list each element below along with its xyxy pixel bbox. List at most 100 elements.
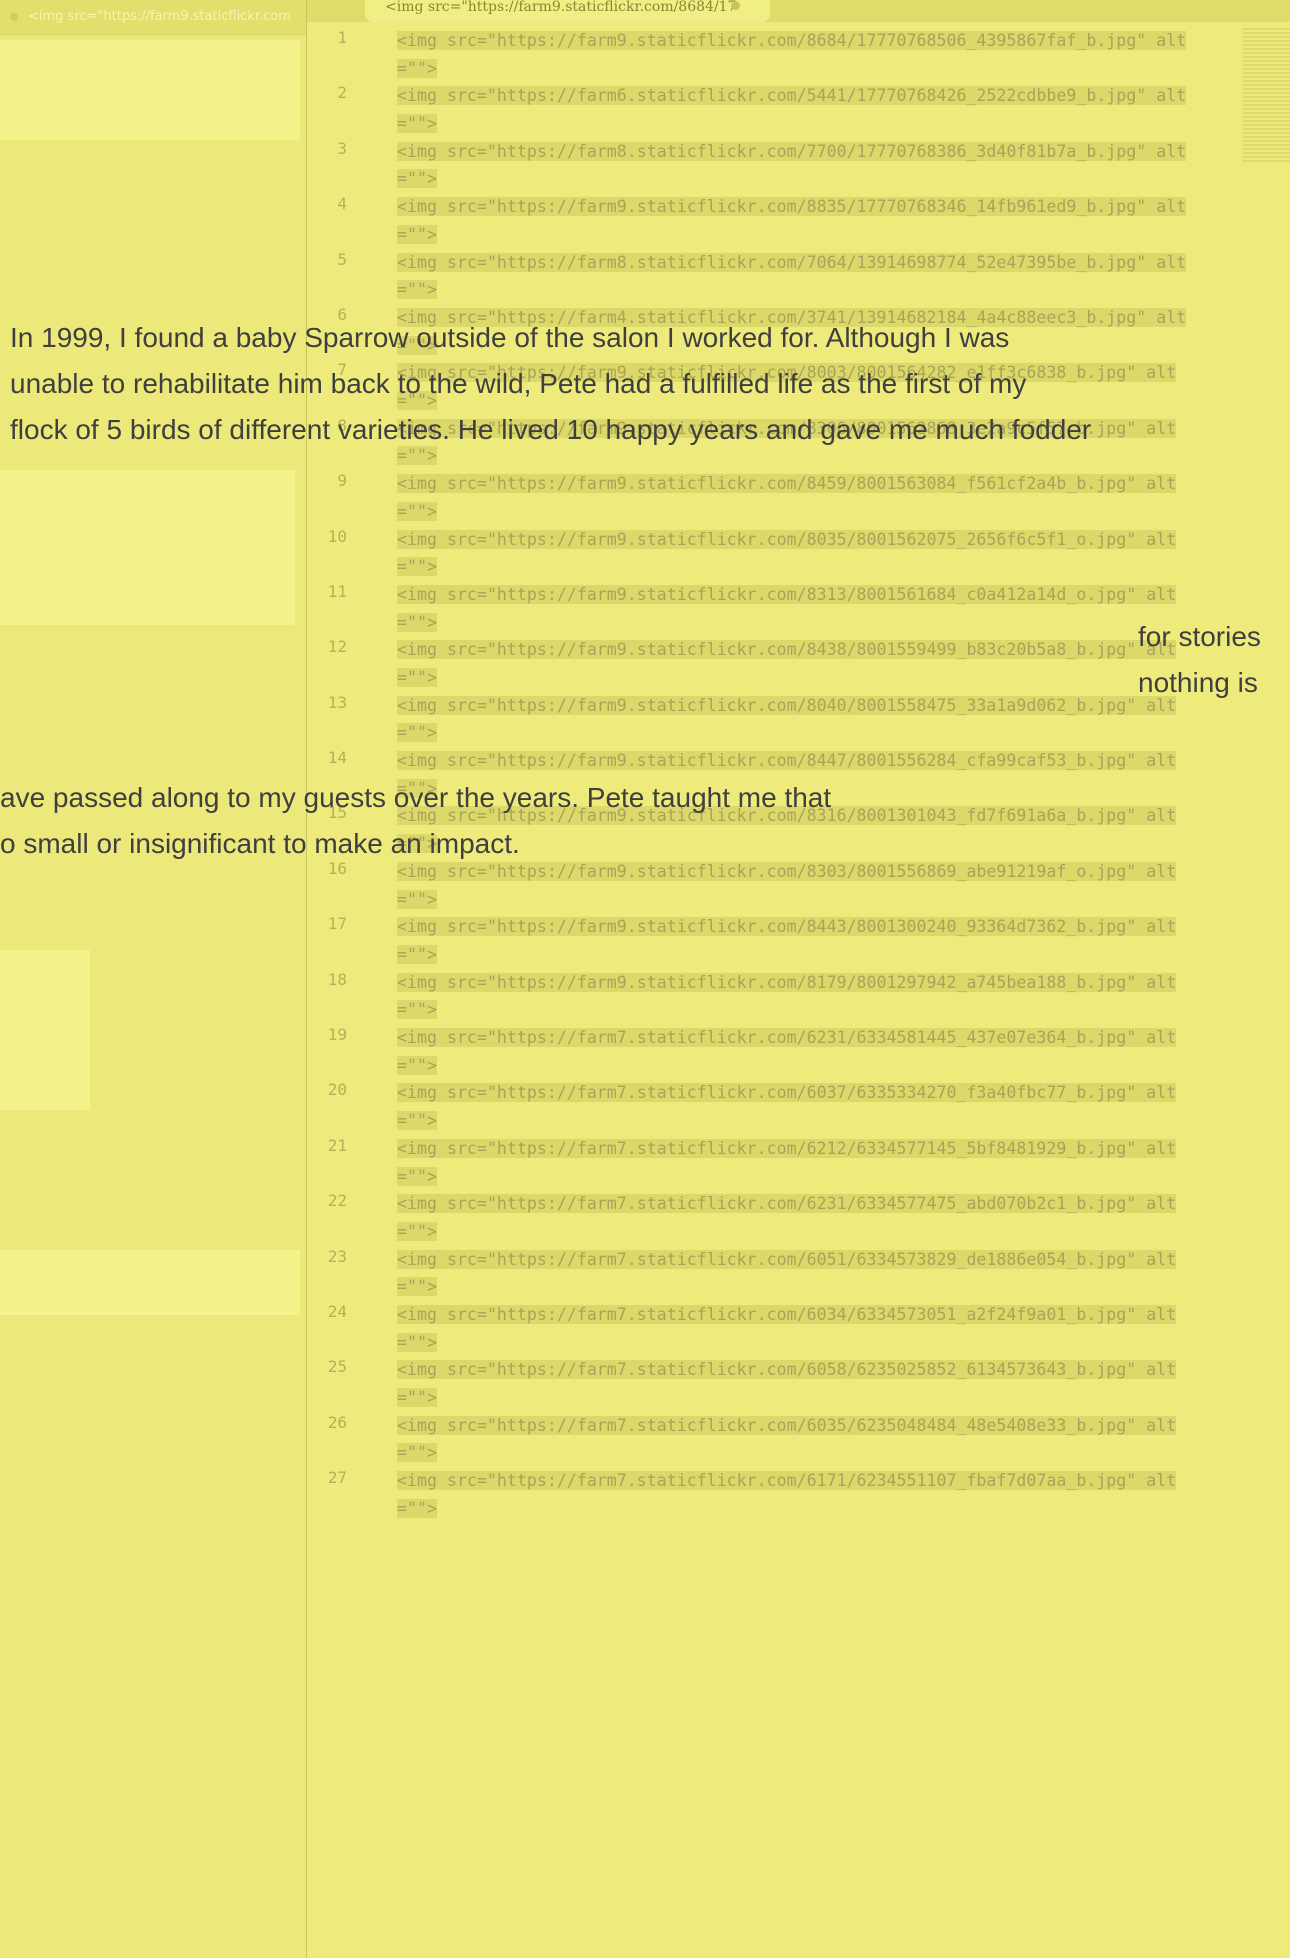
code-line[interactable]: 18 <img src="https://farm9.staticflickr.c… xyxy=(307,969,1242,1024)
line-number: 19 xyxy=(327,1025,347,1045)
overlay-text-line: flock of 5 birds of different varieties.… xyxy=(10,414,1092,445)
code-line-content: <img src="https://farm7.staticflickr.com… xyxy=(397,1304,1177,1352)
tab-active-file[interactable]: <img src="https://farm9.staticflickr.com… xyxy=(365,0,770,22)
code-line[interactable]: 17 <img src="https://farm9.staticflickr.c… xyxy=(307,913,1242,968)
code-line-text: <img src="https://farm9.staticflickr.com… xyxy=(397,581,1197,636)
line-number: 25 xyxy=(327,1357,347,1377)
code-line-text: <img src="https://farm8.staticflickr.com… xyxy=(397,249,1197,304)
code-line-content: <img src="https://farm7.staticflickr.com… xyxy=(397,1360,1177,1408)
code-line-text: <img src="https://farm7.staticflickr.com… xyxy=(397,1467,1197,1522)
code-line-text: <img src="https://farm7.staticflickr.com… xyxy=(397,1135,1197,1190)
code-line-content: <img src="https://farm7.staticflickr.com… xyxy=(397,1415,1177,1463)
code-line[interactable]: 20 <img src="https://farm7.staticflickr.c… xyxy=(307,1079,1242,1134)
code-line-content: <img src="https://farm9.staticflickr.com… xyxy=(397,917,1177,964)
line-number: 26 xyxy=(327,1412,347,1432)
tab-bar: <img src="https://farm9.staticflickr.com… xyxy=(307,0,1290,22)
code-line-content: <img src="https://farm8.staticflickr.com… xyxy=(397,252,1187,300)
code-line-text: <img src="https://farm7.staticflickr.com… xyxy=(397,1079,1197,1134)
code-line[interactable]: 10 <img src="https://farm9.staticflickr.c… xyxy=(307,526,1242,581)
code-line-text: <img src="https://farm7.staticflickr.com… xyxy=(397,1412,1197,1467)
code-line-content: <img src="https://farm7.staticflickr.com… xyxy=(397,1249,1177,1297)
overlay-text-line: nothing is xyxy=(1138,667,1258,698)
code-line[interactable]: 22 <img src="https://farm7.staticflickr.c… xyxy=(307,1190,1242,1245)
line-number: 4 xyxy=(337,194,347,214)
code-line-content: <img src="https://farm9.staticflickr.com… xyxy=(397,31,1187,78)
overlay-paragraph-a: In 1999, I found a baby Sparrow outside … xyxy=(10,315,1280,453)
sidebar-tab[interactable]: <img src="https://farm9.staticflickr.com xyxy=(0,0,306,35)
line-number: 18 xyxy=(327,969,347,989)
code-line-content: <img src="https://farm9.staticflickr.com… xyxy=(397,861,1177,909)
overlay-text-line: ave passed along to my guests over the y… xyxy=(0,782,832,813)
line-number: 14 xyxy=(327,748,347,768)
close-dot-icon[interactable] xyxy=(10,12,18,21)
code-line-text: <img src="https://farm9.staticflickr.com… xyxy=(397,526,1197,581)
code-line[interactable]: 2 <img src="https://farm6.staticflickr.co… xyxy=(307,82,1242,137)
code-line-content: <img src="https://farm9.staticflickr.com… xyxy=(397,584,1177,632)
line-number: 3 xyxy=(337,138,347,158)
line-number: 12 xyxy=(327,637,347,657)
code-line-content: <img src="https://farm9.staticflickr.com… xyxy=(397,529,1177,577)
line-number: 10 xyxy=(327,526,347,546)
minimap[interactable] xyxy=(1242,28,1290,163)
line-number: 27 xyxy=(327,1468,347,1488)
ghost-panel xyxy=(0,470,295,625)
sidebar-tab-label: <img src="https://farm9.staticflickr.com xyxy=(28,9,291,24)
code-line-content: <img src="https://farm7.staticflickr.com… xyxy=(397,1471,1177,1518)
code-line-content: <img src="https://farm7.staticflickr.com… xyxy=(397,1028,1177,1075)
line-number: 2 xyxy=(337,83,347,103)
sidebar: <img src="https://farm9.staticflickr.com xyxy=(0,0,307,1958)
overlay-text-line: o small or insignificant to make an impa… xyxy=(0,828,520,859)
line-number: 1 xyxy=(337,28,347,47)
code-line[interactable]: 9 <img src="https://farm9.staticflickr.co… xyxy=(307,470,1242,525)
line-number: 21 xyxy=(327,1135,347,1155)
code-line-content: <img src="https://farm9.staticflickr.com… xyxy=(397,197,1187,244)
code-line[interactable]: 1 <img src="https://farm9.staticflickr.co… xyxy=(307,27,1242,82)
overlay-paragraph-b: for stories nothing is xyxy=(1138,614,1261,706)
line-number: 20 xyxy=(327,1080,347,1100)
active-tab-label: <img src="https://farm9.staticflickr.com… xyxy=(385,0,737,15)
code-line[interactable]: 21 <img src="https://farm7.staticflickr.c… xyxy=(307,1135,1242,1190)
code-line[interactable]: 26 <img src="https://farm7.staticflickr.c… xyxy=(307,1412,1242,1467)
code-line[interactable]: 25 <img src="https://farm7.staticflickr.c… xyxy=(307,1356,1242,1411)
code-line-text: <img src="https://farm7.staticflickr.com… xyxy=(397,1024,1197,1079)
code-line[interactable]: 4 <img src="https://farm9.staticflickr.co… xyxy=(307,193,1242,248)
code-line[interactable]: 13 <img src="https://farm9.staticflickr.c… xyxy=(307,692,1242,747)
overlay-text-line: unable to rehabilitate him back to the w… xyxy=(10,368,1027,399)
code-line[interactable]: 11 <img src="https://farm9.staticflickr.c… xyxy=(307,581,1242,636)
code-line[interactable]: 12 <img src="https://farm9.staticflickr.c… xyxy=(307,636,1242,691)
code-line-text: <img src="https://farm7.staticflickr.com… xyxy=(397,1246,1197,1301)
ghost-panel xyxy=(0,1250,300,1315)
overlay-text-line: for stories xyxy=(1138,621,1261,652)
line-number: 23 xyxy=(327,1246,347,1266)
code-line-text: <img src="https://farm9.staticflickr.com… xyxy=(397,470,1197,525)
code-line-text: <img src="https://farm7.staticflickr.com… xyxy=(397,1190,1197,1245)
code-line-content: <img src="https://farm9.staticflickr.com… xyxy=(397,640,1177,687)
overlay-paragraph-c: ave passed along to my guests over the y… xyxy=(0,775,831,867)
code-line-content: <img src="https://farm7.staticflickr.com… xyxy=(397,1138,1177,1186)
code-line-text: <img src="https://farm9.staticflickr.com… xyxy=(397,193,1197,248)
code-line[interactable]: 24 <img src="https://farm7.staticflickr.c… xyxy=(307,1301,1242,1356)
code-line-text: <img src="https://farm9.staticflickr.com… xyxy=(397,636,1197,691)
line-number: 11 xyxy=(327,581,347,601)
code-line-text: <img src="https://farm7.staticflickr.com… xyxy=(397,1301,1197,1356)
close-dot-icon[interactable] xyxy=(731,1,740,10)
code-line[interactable]: 5 <img src="https://farm8.staticflickr.co… xyxy=(307,249,1242,304)
code-line[interactable]: 19 <img src="https://farm7.staticflickr.c… xyxy=(307,1024,1242,1079)
line-number: 17 xyxy=(327,914,347,934)
line-number: 13 xyxy=(327,692,347,712)
code-line[interactable]: 3 <img src="https://farm8.staticflickr.co… xyxy=(307,138,1242,193)
code-line-text: <img src="https://farm8.staticflickr.com… xyxy=(397,138,1197,193)
line-number: 9 xyxy=(337,471,347,491)
code-line-text: <img src="https://farm6.staticflickr.com… xyxy=(397,82,1197,137)
line-number: 24 xyxy=(327,1301,347,1321)
code-line[interactable]: 23 <img src="https://farm7.staticflickr.c… xyxy=(307,1246,1242,1301)
line-number: 5 xyxy=(337,249,347,269)
code-line[interactable]: 27 <img src="https://farm7.staticflickr.c… xyxy=(307,1467,1242,1522)
code-line-content: <img src="https://farm9.staticflickr.com… xyxy=(397,474,1177,521)
code-line-content: <img src="https://farm9.staticflickr.com… xyxy=(397,972,1177,1020)
code-line-content: <img src="https://farm8.staticflickr.com… xyxy=(397,141,1187,189)
editor: <img src="https://farm9.staticflickr.com… xyxy=(307,0,1290,1958)
code-line-content: <img src="https://farm7.staticflickr.com… xyxy=(397,1083,1177,1131)
code-line-text: <img src="https://farm7.staticflickr.com… xyxy=(397,1356,1197,1411)
line-number: 22 xyxy=(327,1191,347,1211)
